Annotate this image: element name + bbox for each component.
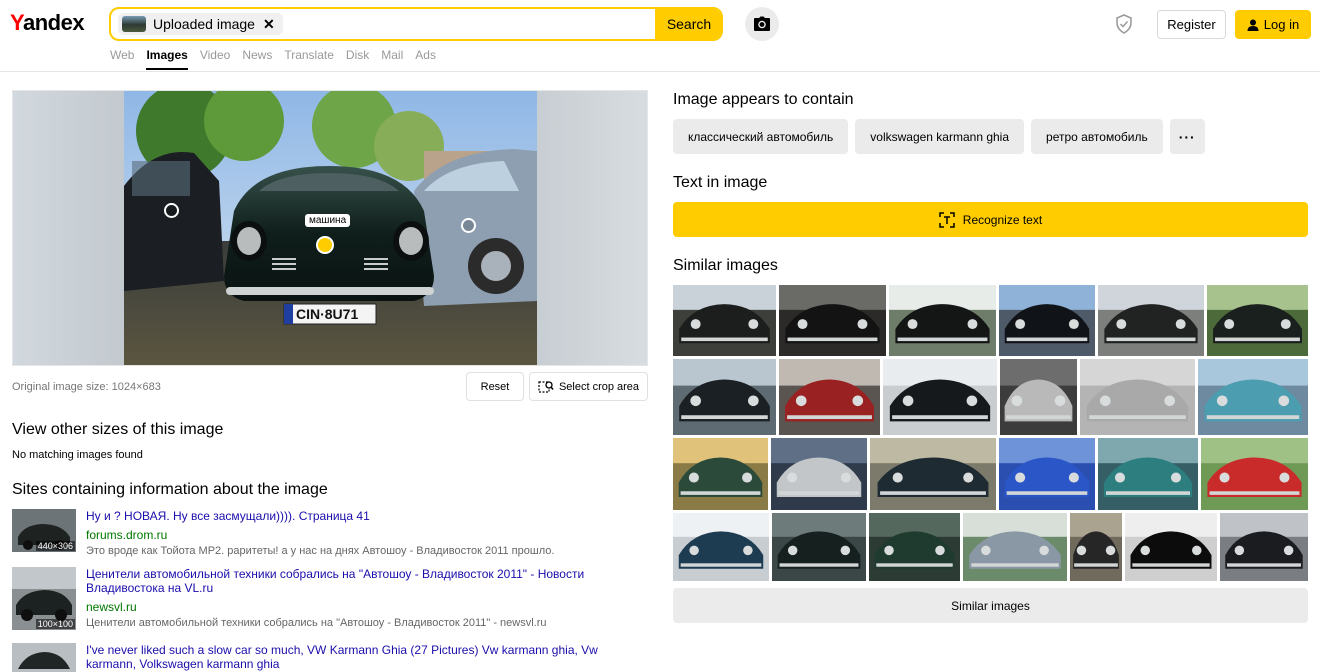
search-button[interactable]: Search [655, 9, 721, 39]
site-thumbnail[interactable] [12, 643, 76, 672]
close-icon[interactable]: ✕ [263, 16, 275, 33]
similar-image-thumbnail[interactable] [1098, 438, 1198, 510]
similar-image-thumbnail[interactable] [673, 438, 768, 510]
recognize-text-label: Recognize text [962, 212, 1043, 227]
object-hotspot-main[interactable] [316, 236, 334, 254]
site-result: 440×306 Ну и ? НОВАЯ. Ну все засмущали))… [12, 509, 652, 559]
yandex-logo[interactable]: Yandex [10, 10, 85, 36]
similar-image-thumbnail[interactable] [963, 513, 1067, 581]
site-result: 100×100 Ценители автомобильной техники с… [12, 567, 652, 633]
site-title[interactable]: Ну и ? НОВАЯ. Ну все засмущали)))). Стра… [86, 509, 646, 523]
contains-heading: Image appears to contain [673, 91, 854, 108]
similar-image-thumbnail[interactable] [779, 285, 886, 356]
crop-label: Select crop area [558, 380, 640, 393]
site-result: I've never liked such a slow car so much… [12, 643, 652, 672]
service-nav: Web Images Video News Translate Disk Mai… [110, 48, 448, 70]
shield-icon[interactable] [1114, 14, 1134, 34]
similar-image-thumbnail[interactable] [999, 285, 1095, 356]
plate-text: CIN·8U71 [296, 306, 358, 322]
select-crop-button[interactable]: Select crop area [529, 372, 648, 401]
similar-image-thumbnail[interactable] [999, 438, 1095, 510]
similar-image-thumbnail[interactable] [1198, 359, 1308, 435]
nav-images[interactable]: Images [146, 48, 188, 70]
login-button[interactable]: Log in [1235, 10, 1311, 39]
similar-image-thumbnail[interactable] [870, 438, 996, 510]
object-hotspot-left[interactable] [164, 203, 179, 218]
tag-karmann-ghia[interactable]: volkswagen karmann ghia [855, 119, 1025, 154]
original-size-text: Original image size: 1024×683 [12, 381, 161, 393]
site-domain[interactable]: newsvl.ru [86, 600, 137, 614]
similar-images-heading: Similar images [673, 257, 778, 274]
object-hotspot-right[interactable] [461, 218, 476, 233]
camera-button[interactable] [745, 7, 779, 41]
similar-image-thumbnail[interactable] [869, 513, 960, 581]
similar-image-thumbnail[interactable] [1000, 359, 1077, 435]
text-scan-icon [939, 211, 955, 228]
thumbnail-size: 440×306 [35, 541, 75, 551]
uploaded-image-chip: Uploaded image ✕ [118, 13, 283, 35]
preview-blur-left [13, 91, 124, 365]
sites-heading: Sites containing information about the i… [12, 481, 328, 498]
user-icon [1247, 19, 1259, 31]
tags-row: классический автомобиль volkswagen karma… [673, 119, 1205, 154]
similar-image-thumbnail[interactable] [889, 285, 996, 356]
more-tags-button[interactable]: ··· [1169, 119, 1205, 154]
site-snippet: Это вроде как Тойота MP2. раритеты! а у … [86, 545, 555, 557]
similar-image-thumbnail[interactable] [771, 438, 867, 510]
similar-images-button[interactable]: Similar images [673, 588, 1308, 623]
reset-button[interactable]: Reset [466, 372, 524, 401]
nav-translate[interactable]: Translate [284, 48, 334, 70]
text-in-image-heading: Text in image [673, 174, 768, 191]
crop-icon [538, 380, 554, 393]
similar-image-thumbnail[interactable] [883, 359, 997, 435]
tag-retro-car[interactable]: ретро автомобиль [1031, 119, 1163, 154]
site-snippet: Ценители автомобильной техники собрались… [86, 617, 547, 629]
similar-images-grid [673, 285, 1308, 581]
similar-image-thumbnail[interactable] [1125, 513, 1217, 581]
camera-icon [754, 16, 770, 31]
similar-image-thumbnail[interactable] [1070, 513, 1122, 581]
hotspot-label: машина [305, 214, 351, 227]
uploaded-image-thumbnail [122, 16, 146, 32]
no-matches-text: No matching images found [12, 449, 143, 461]
site-domain[interactable]: forums.drom.ru [86, 528, 167, 542]
nav-video[interactable]: Video [200, 48, 230, 70]
similar-image-thumbnail[interactable] [1201, 438, 1308, 510]
similar-image-thumbnail[interactable] [673, 513, 769, 581]
site-thumbnail[interactable]: 100×100 [12, 567, 76, 630]
similar-image-thumbnail[interactable] [673, 359, 776, 435]
site-title[interactable]: I've never liked such a slow car so much… [86, 643, 646, 671]
image-preview[interactable]: CIN·8U71 машина [12, 90, 648, 366]
register-button[interactable]: Register [1157, 10, 1226, 39]
other-sizes-heading: View other sizes of this image [12, 421, 224, 438]
similar-image-thumbnail[interactable] [772, 513, 866, 581]
similar-image-thumbnail[interactable] [1207, 285, 1308, 356]
tag-classic-car[interactable]: классический автомобиль [673, 119, 849, 154]
nav-web[interactable]: Web [110, 48, 134, 70]
login-label: Log in [1263, 17, 1300, 32]
nav-news[interactable]: News [242, 48, 272, 70]
uploaded-image-label: Uploaded image [153, 16, 255, 32]
preview-blur-right [536, 91, 647, 365]
similar-image-thumbnail[interactable] [1080, 359, 1195, 435]
similar-image-thumbnail[interactable] [1220, 513, 1308, 581]
nav-ads[interactable]: Ads [415, 48, 436, 70]
search-box[interactable]: Uploaded image ✕ Search [109, 7, 723, 41]
recognize-text-button[interactable]: Recognize text [673, 202, 1308, 237]
site-title[interactable]: Ценители автомобильной техники собрались… [86, 567, 646, 595]
thumbnail-size: 100×100 [35, 619, 75, 629]
header: Yandex Uploaded image ✕ Search Register … [0, 0, 1320, 72]
site-thumbnail[interactable]: 440×306 [12, 509, 76, 552]
nav-disk[interactable]: Disk [346, 48, 369, 70]
nav-mail[interactable]: Mail [381, 48, 403, 70]
similar-image-thumbnail[interactable] [779, 359, 880, 435]
similar-image-thumbnail[interactable] [673, 285, 776, 356]
similar-image-thumbnail[interactable] [1098, 285, 1204, 356]
